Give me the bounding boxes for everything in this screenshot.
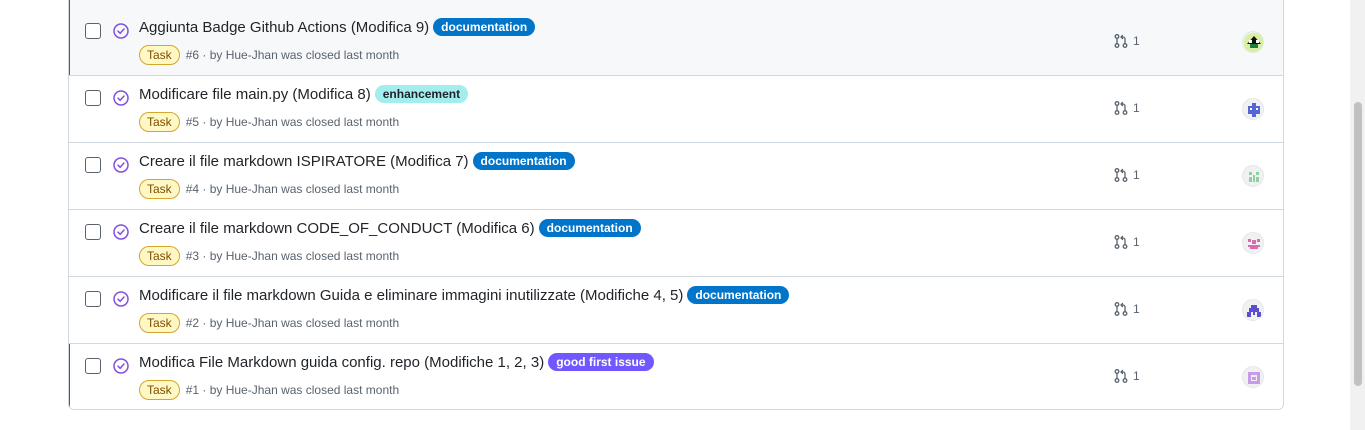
issue-closed-icon	[113, 157, 129, 173]
issue-type-badge[interactable]: Task	[139, 380, 180, 400]
issue-meta: #5 · by Hue-Jhan was closed last month	[185, 115, 400, 129]
pull-request-icon	[1114, 302, 1128, 316]
issue-list: Aggiunta Badge Github Actions (Modifica …	[68, 0, 1284, 410]
issue-title-link[interactable]: Modificare il file markdown Guida e elim…	[139, 287, 683, 304]
assignee-avatar[interactable]	[1242, 165, 1264, 187]
issue-type-badge[interactable]: Task	[139, 112, 180, 132]
pr-count: 1	[1133, 369, 1140, 383]
issue-closed-icon	[113, 358, 129, 374]
linked-pr-link[interactable]: 1	[1113, 368, 1140, 384]
pull-request-icon	[1114, 168, 1128, 182]
linked-pr-link[interactable]: 1	[1113, 33, 1140, 49]
issue-type-badge[interactable]: Task	[139, 45, 180, 65]
assignee-avatar[interactable]	[1242, 366, 1264, 388]
pr-count: 1	[1133, 302, 1140, 316]
linked-pr-link[interactable]: 1	[1113, 100, 1140, 116]
issue-type-badge[interactable]: Task	[139, 313, 180, 333]
label-badge[interactable]: documentation	[687, 286, 790, 304]
issue-title-link[interactable]: Creare il file markdown CODE_OF_CONDUCT …	[139, 220, 535, 237]
select-checkbox[interactable]	[85, 23, 101, 39]
issue-row[interactable]: Creare il file markdown CODE_OF_CONDUCT …	[69, 209, 1283, 276]
issue-type-badge[interactable]: Task	[139, 179, 180, 199]
select-checkbox[interactable]	[85, 291, 101, 307]
label-badge[interactable]: enhancement	[374, 85, 469, 103]
assignee-avatar[interactable]	[1242, 232, 1264, 254]
select-checkbox[interactable]	[85, 90, 101, 106]
issue-title-link[interactable]: Modificare file main.py (Modifica 8)	[139, 86, 371, 103]
pr-count: 1	[1133, 34, 1140, 48]
issue-meta: #6 · by Hue-Jhan was closed last month	[185, 48, 400, 62]
issue-closed-icon	[113, 90, 129, 106]
scrollbar-thumb[interactable]	[1354, 102, 1362, 386]
issue-row[interactable]: Modifica File Markdown guida config. rep…	[69, 343, 1283, 409]
label-badge[interactable]: documentation	[538, 219, 641, 237]
assignee-avatar[interactable]	[1242, 299, 1264, 321]
label-badge[interactable]: documentation	[472, 152, 575, 170]
assignee-avatar[interactable]	[1242, 98, 1264, 120]
issue-row[interactable]: Aggiunta Badge Github Actions (Modifica …	[69, 0, 1283, 75]
pull-request-icon	[1114, 34, 1128, 48]
pull-request-icon	[1114, 235, 1128, 249]
assignee-avatar[interactable]	[1242, 31, 1264, 53]
select-checkbox[interactable]	[85, 157, 101, 173]
label-badge[interactable]: documentation	[433, 18, 536, 36]
issue-meta: #3 · by Hue-Jhan was closed last month	[185, 249, 400, 263]
select-checkbox[interactable]	[85, 358, 101, 374]
issue-closed-icon	[113, 291, 129, 307]
issue-meta: #4 · by Hue-Jhan was closed last month	[185, 182, 400, 196]
pr-count: 1	[1133, 235, 1140, 249]
select-checkbox[interactable]	[85, 224, 101, 240]
issue-row[interactable]: Modificare il file markdown Guida e elim…	[69, 276, 1283, 343]
issue-type-badge[interactable]: Task	[139, 246, 180, 266]
issue-closed-icon	[113, 224, 129, 240]
issue-meta: #2 · by Hue-Jhan was closed last month	[185, 316, 400, 330]
linked-pr-link[interactable]: 1	[1113, 167, 1140, 183]
pr-count: 1	[1133, 101, 1140, 115]
issue-title-link[interactable]: Modifica File Markdown guida config. rep…	[139, 354, 544, 371]
issue-closed-icon	[113, 23, 129, 39]
issue-title-link[interactable]: Creare il file markdown ISPIRATORE (Modi…	[139, 153, 469, 170]
issue-row[interactable]: Modificare file main.py (Modifica 8) enh…	[69, 75, 1283, 142]
issue-meta: #1 · by Hue-Jhan was closed last month	[185, 383, 400, 397]
pr-count: 1	[1133, 168, 1140, 182]
pull-request-icon	[1114, 369, 1128, 383]
linked-pr-link[interactable]: 1	[1113, 234, 1140, 250]
label-badge[interactable]: good first issue	[548, 353, 654, 371]
issue-title-link[interactable]: Aggiunta Badge Github Actions (Modifica …	[139, 19, 429, 36]
issue-row[interactable]: Creare il file markdown ISPIRATORE (Modi…	[69, 142, 1283, 209]
linked-pr-link[interactable]: 1	[1113, 301, 1140, 317]
pull-request-icon	[1114, 101, 1128, 115]
